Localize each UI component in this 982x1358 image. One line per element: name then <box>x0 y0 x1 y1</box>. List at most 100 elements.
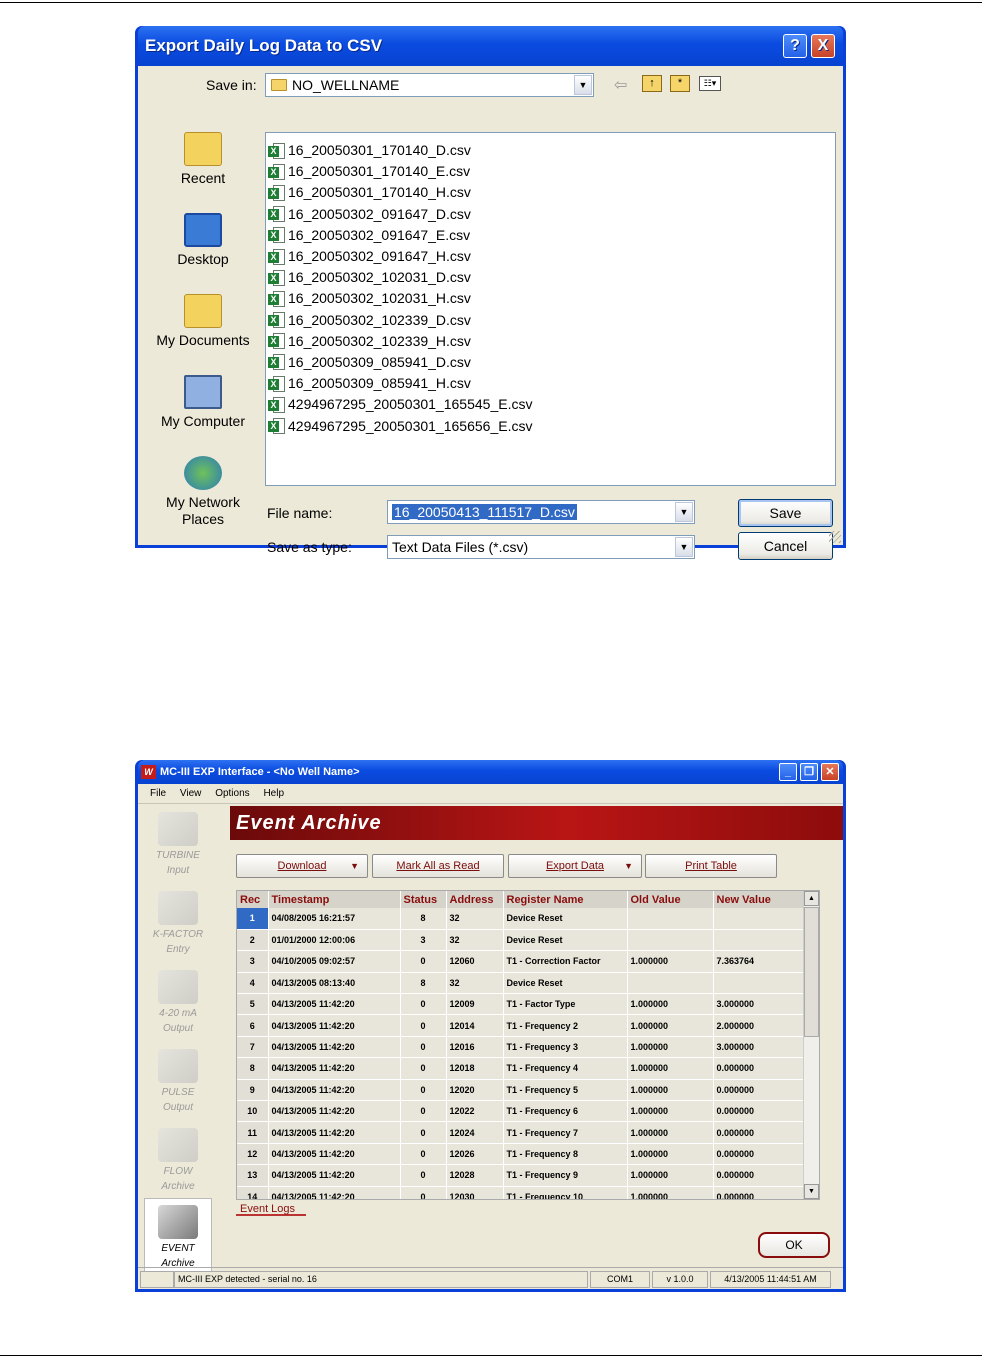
col-header[interactable]: Address <box>446 891 504 908</box>
col-header[interactable]: Register Name <box>503 891 628 908</box>
menu-file[interactable]: File <box>150 788 166 799</box>
col-header[interactable]: Timestamp <box>268 891 401 908</box>
nav-event-archive[interactable]: EVENT Archive <box>144 1198 212 1272</box>
my-documents-icon <box>184 294 222 328</box>
up-folder-icon[interactable]: ↑ <box>642 75 662 92</box>
place-recent[interactable]: Recent <box>144 132 262 187</box>
save-button[interactable]: Save <box>738 499 833 527</box>
cancel-button[interactable]: Cancel <box>738 532 833 560</box>
col-header[interactable]: Rec <box>237 891 269 908</box>
tab-event-logs[interactable]: Event Logs <box>236 1202 306 1216</box>
file-item[interactable]: X 16_20050309_085941_D.csv <box>268 352 835 373</box>
chevron-down-icon[interactable]: ▼ <box>624 855 633 877</box>
scroll-down-icon[interactable]: ▼ <box>804 1184 819 1199</box>
table-row[interactable]: 11 04/13/2005 11:42:20 0 12024 T1 - Frequenc… <box>237 1121 804 1144</box>
excel-file-icon: X <box>268 184 286 202</box>
table-row[interactable]: 3 04/10/2005 09:02:57 0 12060 T1 - Correctio… <box>237 950 804 973</box>
back-arrow-icon[interactable]: ⇦ <box>614 75 627 95</box>
nav-turbine-input[interactable]: TURBINE Input <box>144 806 212 880</box>
table-row[interactable]: 12 04/13/2005 11:42:20 0 12026 T1 - Frequenc… <box>237 1143 804 1166</box>
nav-k-factor-entry[interactable]: K-FACTOR Entry <box>144 885 212 959</box>
file-list[interactable]: X 16_20050301_170140_D.csv X 16_20050301_17… <box>265 132 836 486</box>
restore-button[interactable]: ❐ <box>800 763 818 781</box>
table-row[interactable]: 5 04/13/2005 11:42:20 0 12009 T1 - Factor Ty… <box>237 993 804 1016</box>
col-header[interactable]: New Value <box>713 891 804 908</box>
nav-4-20ma-output[interactable]: 4-20 mA Output <box>144 964 212 1038</box>
new-folder-icon[interactable]: * <box>670 75 690 92</box>
help-button[interactable]: ? <box>783 34 807 58</box>
cell-address: 32 <box>446 972 504 995</box>
nav-flow-archive[interactable]: FLOW Archive <box>144 1122 212 1196</box>
table-row[interactable]: 13 04/13/2005 11:42:20 0 12028 T1 - Frequenc… <box>237 1164 804 1187</box>
export-data-button[interactable]: Export Data ▼ <box>508 854 642 878</box>
cell-new-value: 0.000000 <box>713 1121 804 1144</box>
file-item[interactable]: X 16_20050302_091647_E.csv <box>268 225 835 246</box>
resize-grip[interactable] <box>829 531 841 543</box>
cell-new-value: 7.363764 <box>713 950 804 973</box>
save-type-select[interactable]: Text Data Files (*.csv) ▼ <box>387 535 695 559</box>
table-row[interactable]: 8 04/13/2005 11:42:20 0 12018 T1 - Frequency… <box>237 1057 804 1080</box>
chevron-down-icon[interactable]: ▼ <box>675 502 693 522</box>
close-button[interactable]: ✕ <box>821 763 839 781</box>
vertical-scrollbar[interactable]: ▲ ▼ <box>803 891 819 1199</box>
menu-view[interactable]: View <box>180 788 202 799</box>
dialog-title: Export Daily Log Data to CSV <box>145 36 383 55</box>
excel-file-icon: X <box>268 353 286 371</box>
close-button[interactable]: X <box>811 34 835 58</box>
ok-button[interactable]: OK <box>758 1232 830 1258</box>
nav-pulse-output[interactable]: PULSE Output <box>144 1043 212 1117</box>
file-item[interactable]: X 16_20050302_102031_H.csv <box>268 288 835 309</box>
table-row[interactable]: 7 04/13/2005 11:42:20 0 12016 T1 - Frequency… <box>237 1036 804 1059</box>
file-item[interactable]: X 16_20050302_091647_H.csv <box>268 246 835 267</box>
file-item[interactable]: X 16_20050301_170140_E.csv <box>268 161 835 182</box>
file-item[interactable]: X 16_20050302_102339_D.csv <box>268 310 835 331</box>
excel-file-icon: X <box>268 417 286 435</box>
cell-rec: 1 <box>237 908 269 930</box>
menu-options[interactable]: Options <box>215 788 249 799</box>
file-name: 16_20050302_102031_H.csv <box>288 290 471 307</box>
table-row[interactable]: 2 01/01/2000 12:00:06 3 32 Device Reset <box>237 929 804 952</box>
table-row[interactable]: 14 04/13/2005 11:42:20 0 12030 T1 - Frequenc… <box>237 1186 804 1199</box>
export-dialog: Export Daily Log Data to CSV ? X Save in… <box>135 26 846 560</box>
file-name-input[interactable]: 16_20050413_111517_D.csv ▼ <box>387 500 695 524</box>
table-row[interactable]: 10 04/13/2005 11:42:20 0 12022 T1 - Frequenc… <box>237 1100 804 1123</box>
scroll-up-icon[interactable]: ▲ <box>804 891 819 906</box>
file-item[interactable]: X 16_20050302_091647_D.csv <box>268 204 835 225</box>
chevron-down-icon[interactable]: ▼ <box>574 75 592 95</box>
cell-new-value: 0.000000 <box>713 1143 804 1166</box>
chevron-down-icon[interactable]: ▼ <box>675 537 693 557</box>
file-item[interactable]: X 4294967295_20050301_165545_E.csv <box>268 394 835 415</box>
minimize-button[interactable]: _ <box>779 763 797 781</box>
file-item[interactable]: X 16_20050302_102339_H.csv <box>268 331 835 352</box>
cell-address: 12028 <box>446 1164 504 1187</box>
table-row[interactable]: 4 04/13/2005 08:13:40 8 32 Device Reset <box>237 972 804 995</box>
file-item[interactable]: X 4294967295_20050301_165656_E.csv <box>268 415 835 436</box>
file-item[interactable]: X 16_20050301_170140_H.csv <box>268 182 835 203</box>
table-row[interactable]: 6 04/13/2005 11:42:20 0 12014 T1 - Frequency… <box>237 1014 804 1037</box>
menu-help[interactable]: Help <box>263 788 284 799</box>
table-row[interactable]: 1 04/08/2005 16:21:57 8 32 Device Reset <box>237 908 804 930</box>
cell-status: 0 <box>400 1057 447 1080</box>
status-port: COM1 <box>590 1271 650 1288</box>
col-header[interactable]: Old Value <box>627 891 714 908</box>
table-row[interactable]: 9 04/13/2005 11:42:20 0 12020 T1 - Frequency… <box>237 1079 804 1102</box>
place-my-network[interactable]: My Network Places <box>144 456 262 528</box>
desktop-icon <box>184 213 222 247</box>
file-item[interactable]: X 16_20050301_170140_D.csv <box>268 140 835 161</box>
download-button[interactable]: Download ▼ <box>236 854 368 878</box>
print-table-button[interactable]: Print Table <box>645 854 777 878</box>
place-my-documents[interactable]: My Documents <box>144 294 262 349</box>
mark-all-read-button[interactable]: Mark All as Read <box>372 854 504 878</box>
place-my-computer[interactable]: My Computer <box>144 375 262 430</box>
col-header[interactable]: Status <box>400 891 447 908</box>
app-body: File View Options Help TURBINE Input K-F… <box>138 784 843 1289</box>
views-menu-icon[interactable]: ☷▾ <box>699 76 721 91</box>
event-table[interactable]: Rec Timestamp Status Address Register Na… <box>236 890 820 1200</box>
file-item[interactable]: X 16_20050309_085941_H.csv <box>268 373 835 394</box>
chevron-down-icon[interactable]: ▼ <box>350 855 359 877</box>
flow-archive-icon <box>158 1128 198 1162</box>
scroll-thumb[interactable] <box>804 907 819 1037</box>
file-item[interactable]: X 16_20050302_102031_D.csv <box>268 267 835 288</box>
save-in-combo[interactable]: NO_WELLNAME ▼ <box>265 73 594 97</box>
place-desktop[interactable]: Desktop <box>144 213 262 268</box>
